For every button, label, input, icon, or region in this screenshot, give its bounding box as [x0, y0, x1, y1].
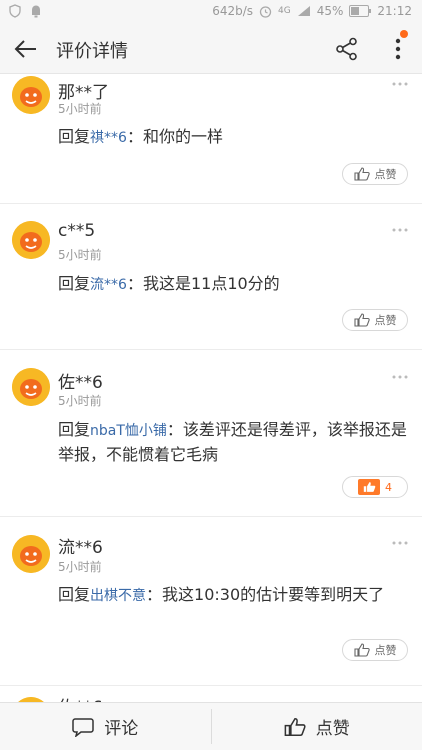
comment-time: 5小时前 — [58, 102, 102, 116]
more-vertical-icon[interactable] — [388, 36, 408, 62]
page-title: 评价详情 — [56, 41, 128, 62]
share-icon[interactable] — [334, 36, 360, 62]
comment-item: c**5 5小时前 回复流**6：我这是11点10分的 点赞 — [0, 205, 422, 350]
comment-body: 回复流**6：我这是11点10分的 — [58, 272, 408, 297]
like-button-active[interactable]: 4 — [342, 476, 408, 498]
bottom-action-bar: 评论 点赞 — [0, 702, 422, 750]
network-speed: 642b/s — [212, 4, 254, 18]
comment-item-partial: 佐**6 — [0, 687, 422, 702]
comment-body: 回复出棋不意：我这10:30的估计要等到明天了 — [58, 583, 408, 608]
reply-prefix: 回复 — [58, 585, 91, 604]
app-header: 评价详情 — [0, 24, 422, 74]
like-label: 点赞 — [374, 644, 397, 657]
like-post-button[interactable]: 点赞 — [212, 703, 422, 750]
vpn-shield-icon — [9, 4, 21, 18]
alarm-icon — [259, 5, 272, 18]
avatar-mascot-icon — [12, 535, 50, 573]
avatar[interactable] — [12, 221, 50, 259]
comment-item: 流**6 5小时前 回复出棋不意：我这10:30的估计要等到明天了 点赞 — [0, 518, 422, 686]
comment-body: 回复nbaT恤小铺：该差评还是得差评，该举报还是举报，不能惯着它毛病 — [58, 418, 408, 467]
notification-icon — [32, 5, 40, 18]
status-right: 642b/s 4G 45% 21:12 — [212, 4, 412, 18]
network-type: 4G — [278, 6, 291, 16]
comment-author: 流**6 — [58, 538, 103, 558]
avatar-mascot-icon — [12, 76, 50, 114]
comment-bubble-icon — [72, 717, 94, 737]
comment-body: 回复祺**6：和你的一样 — [58, 125, 408, 150]
comment-author: 佐**6 — [58, 693, 103, 702]
avatar-mascot-icon — [12, 221, 50, 259]
clock: 21:12 — [377, 4, 412, 18]
reply-prefix: 回复 — [58, 274, 91, 293]
notification-dot — [400, 30, 408, 38]
reply-mention[interactable]: 祺**6 — [90, 130, 127, 146]
like-button[interactable]: 点赞 — [342, 309, 408, 331]
signal-icon — [297, 6, 310, 16]
like-label: 点赞 — [374, 168, 397, 181]
more-horizontal-icon[interactable] — [392, 81, 408, 87]
reply-mention[interactable]: 流**6 — [90, 277, 127, 293]
reply-mention[interactable]: 出棋不意 — [90, 588, 146, 604]
like-post-label: 点赞 — [315, 719, 350, 739]
battery-icon — [349, 5, 372, 17]
comment-text: 我这10:30的估计要等到明天了 — [162, 585, 385, 604]
comment-button-label: 评论 — [104, 719, 139, 739]
comment-time: 5小时前 — [58, 248, 102, 262]
thumbs-up-icon — [353, 313, 370, 327]
avatar-mascot-icon — [12, 368, 50, 406]
like-count: 4 — [385, 480, 392, 494]
reply-separator: ： — [166, 420, 183, 439]
comment-button[interactable]: 评论 — [0, 703, 211, 750]
reply-prefix: 回复 — [58, 127, 91, 146]
back-arrow-icon[interactable] — [12, 37, 40, 61]
comment-author: 佐**6 — [58, 373, 103, 393]
avatar[interactable] — [12, 368, 50, 406]
comment-time: 5小时前 — [58, 394, 102, 408]
comment-text: 和你的一样 — [142, 127, 223, 146]
status-bar: 642b/s 4G 45% 21:12 — [0, 0, 422, 24]
thumbs-up-icon — [353, 167, 370, 181]
like-button[interactable]: 点赞 — [342, 639, 408, 661]
more-horizontal-icon[interactable] — [392, 227, 408, 233]
thumbs-up-icon — [353, 643, 370, 657]
comment-item: 那**了 5小时前 回复祺**6：和你的一样 点赞 — [0, 74, 422, 204]
avatar[interactable] — [12, 535, 50, 573]
reply-separator: ： — [126, 127, 143, 146]
thumbs-up-icon — [284, 717, 306, 736]
avatar[interactable] — [12, 76, 50, 114]
thumbs-up-filled-icon — [358, 479, 380, 495]
comment-author: c**5 — [58, 221, 96, 241]
reply-separator: ： — [126, 274, 143, 293]
like-button[interactable]: 点赞 — [342, 163, 408, 185]
comment-item: 佐**6 5小时前 回复nbaT恤小铺：该差评还是得差评，该举报还是举报，不能惯… — [0, 351, 422, 517]
like-label: 点赞 — [374, 314, 397, 327]
more-horizontal-icon[interactable] — [392, 374, 408, 380]
reply-prefix: 回复 — [58, 420, 91, 439]
comment-list[interactable]: 那**了 5小时前 回复祺**6：和你的一样 点赞 c**5 5小时前 回复流*… — [0, 74, 422, 702]
battery-percent: 45% — [316, 4, 344, 18]
reply-separator: ： — [146, 585, 163, 604]
more-horizontal-icon[interactable] — [392, 540, 408, 546]
reply-mention[interactable]: nbaT恤小铺 — [90, 423, 167, 439]
comment-time: 5小时前 — [58, 560, 102, 574]
status-left — [8, 4, 42, 18]
comment-text: 我这是11点10分的 — [142, 274, 280, 293]
